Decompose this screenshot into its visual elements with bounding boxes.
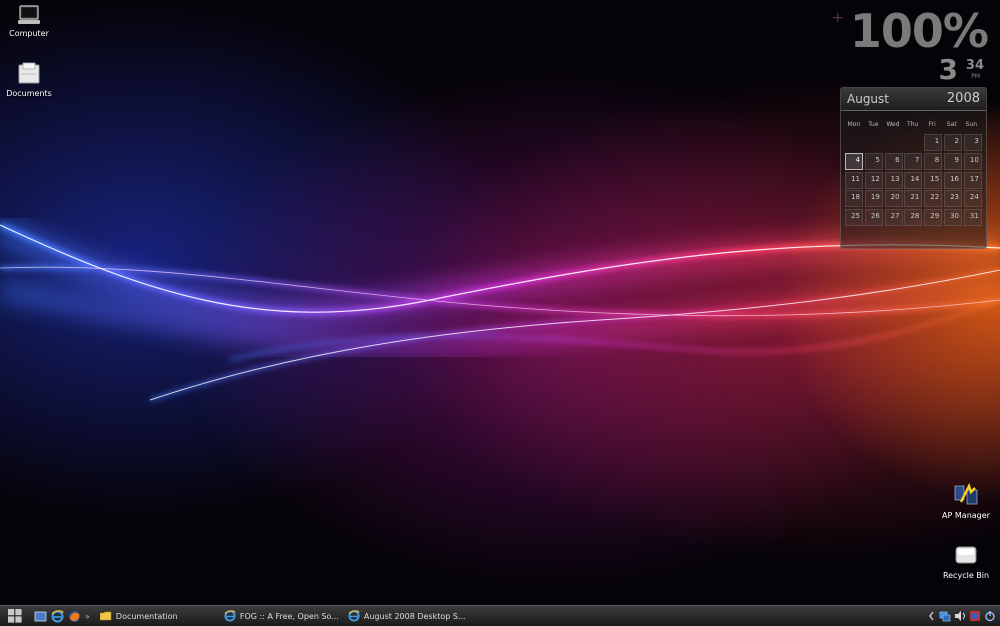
calendar-weekdays: Mon Tue Wed Thu Fri Sat Sun: [841, 111, 986, 128]
recycle-bin-icon: [955, 546, 977, 564]
calendar-day[interactable]: 19: [864, 190, 883, 208]
security-icon[interactable]: [969, 610, 981, 622]
calendar-day[interactable]: 31: [963, 209, 982, 227]
calendar-day[interactable]: 26: [864, 209, 883, 227]
calendar-month: August: [847, 92, 889, 106]
desktop-icon-computer[interactable]: Computer: [0, 4, 64, 38]
calendar-day[interactable]: 24: [963, 190, 982, 208]
calendar-day[interactable]: 30: [943, 209, 962, 227]
calendar-day[interactable]: 10: [963, 152, 982, 170]
calendar-weekday: Fri: [928, 121, 936, 128]
calendar-year: 2008: [946, 91, 980, 106]
show-desktop-icon[interactable]: [34, 610, 47, 623]
calendar-day[interactable]: 18: [845, 190, 863, 208]
calendar-weekday: Sat: [946, 121, 957, 128]
task-label: August 2008 Desktop S...: [363, 611, 466, 621]
calendar-blank-cell: [885, 134, 903, 151]
internet-explorer-icon: [224, 610, 236, 622]
windows-start-icon: [8, 609, 22, 623]
calendar-day[interactable]: 25: [845, 209, 863, 227]
calendar-day[interactable]: 1: [924, 134, 943, 151]
calendar-day[interactable]: 20: [884, 190, 903, 208]
clock-minute: 34: [965, 58, 984, 73]
calendar-day[interactable]: 3: [963, 134, 982, 151]
firefox-icon[interactable]: [68, 610, 81, 623]
calendar-day[interactable]: 22: [924, 190, 943, 208]
calendar-day[interactable]: 5: [864, 152, 883, 170]
calendar-blank-cell: [904, 134, 922, 151]
calendar-day[interactable]: 12: [864, 171, 883, 189]
gauge-plus-mark: +: [831, 10, 844, 26]
calendar-days-grid: 1 2 3 4 5 6 7 8 9 10 11 12 13 14 15 16 17 18 19 20 21 22 23 24 2…: [841, 128, 986, 227]
calendar-day[interactable]: 14: [904, 171, 923, 189]
clock-ampm: PM: [971, 73, 980, 80]
quick-launch-more[interactable]: »: [85, 612, 90, 621]
internet-explorer-icon: [348, 610, 360, 622]
gauge-percent: 100%: [849, 4, 989, 58]
internet-explorer-icon[interactable]: [51, 609, 64, 623]
desktop-icon-label: Computer: [9, 29, 49, 38]
calendar-day[interactable]: 16: [943, 171, 962, 189]
desktop-icon-documents[interactable]: Documents: [0, 62, 64, 98]
task-label: FOG :: A Free, Open So...: [239, 611, 339, 621]
calendar-weekday: Sun: [965, 121, 978, 128]
tray-arrow-icon[interactable]: [928, 611, 936, 621]
calendar-blank-cell: [845, 134, 863, 151]
taskbar: » Documentation FOG :: A Free, Open So..…: [0, 605, 1000, 626]
calendar-day[interactable]: 11: [845, 171, 863, 189]
calendar-day[interactable]: 15: [924, 171, 943, 189]
system-tray: [928, 610, 1000, 622]
start-button[interactable]: [0, 606, 30, 626]
quick-launch-bar: »: [30, 609, 94, 623]
clock-hour: 3: [938, 53, 958, 86]
battery-gauge-widget[interactable]: + 100%: [832, 4, 989, 58]
calendar-weekday: Mon: [847, 121, 861, 128]
taskbar-task-documentation[interactable]: Documentation: [99, 608, 218, 624]
calendar-blank-cell: [865, 134, 883, 151]
desktop-icon-label: Recycle Bin: [942, 571, 990, 580]
calendar-weekday: Wed: [886, 121, 900, 128]
folder-icon: [99, 611, 112, 621]
taskbar-task-fog[interactable]: FOG :: A Free, Open So...: [224, 608, 342, 624]
desktop-icon-label: Documents: [6, 89, 52, 98]
calendar-header: August 2008: [841, 88, 986, 111]
calendar-day[interactable]: 6: [884, 152, 903, 170]
volume-icon[interactable]: [954, 610, 966, 622]
calendar-day[interactable]: 21: [904, 190, 923, 208]
calendar-widget[interactable]: August 2008 Mon Tue Wed Thu Fri Sat Sun 123456…: [840, 87, 987, 249]
calendar-day[interactable]: 28: [904, 209, 923, 227]
desktop-icon-ap-manager[interactable]: AP Manager: [931, 482, 1000, 520]
desktop-icon-label: AP Manager: [942, 511, 990, 520]
calendar-day[interactable]: 2: [943, 134, 962, 151]
calendar-day[interactable]: 29: [924, 209, 943, 227]
calendar-day[interactable]: 9: [943, 152, 962, 170]
network-icon[interactable]: [939, 610, 951, 622]
calendar-day-today[interactable]: 4: [845, 152, 863, 170]
ap-manager-icon: [954, 482, 978, 505]
task-label: Documentation: [115, 611, 178, 621]
clock-widget[interactable]: 3 34 PM: [906, 56, 986, 86]
calendar-weekday: Tue: [868, 121, 879, 128]
computer-icon: [18, 5, 40, 24]
calendar-day[interactable]: 7: [904, 152, 923, 170]
desktop-icon-recycle-bin[interactable]: Recycle Bin: [931, 542, 1000, 580]
calendar-day[interactable]: 17: [963, 171, 982, 189]
calendar-day[interactable]: 8: [924, 152, 943, 170]
calendar-weekday: Thu: [906, 121, 919, 128]
documents-icon: [18, 62, 40, 84]
calendar-day[interactable]: 13: [884, 171, 903, 189]
calendar-day[interactable]: 27: [884, 209, 903, 227]
taskbar-task-august-desktop[interactable]: August 2008 Desktop S...: [348, 608, 466, 624]
power-icon[interactable]: [984, 610, 996, 622]
calendar-day[interactable]: 23: [943, 190, 962, 208]
